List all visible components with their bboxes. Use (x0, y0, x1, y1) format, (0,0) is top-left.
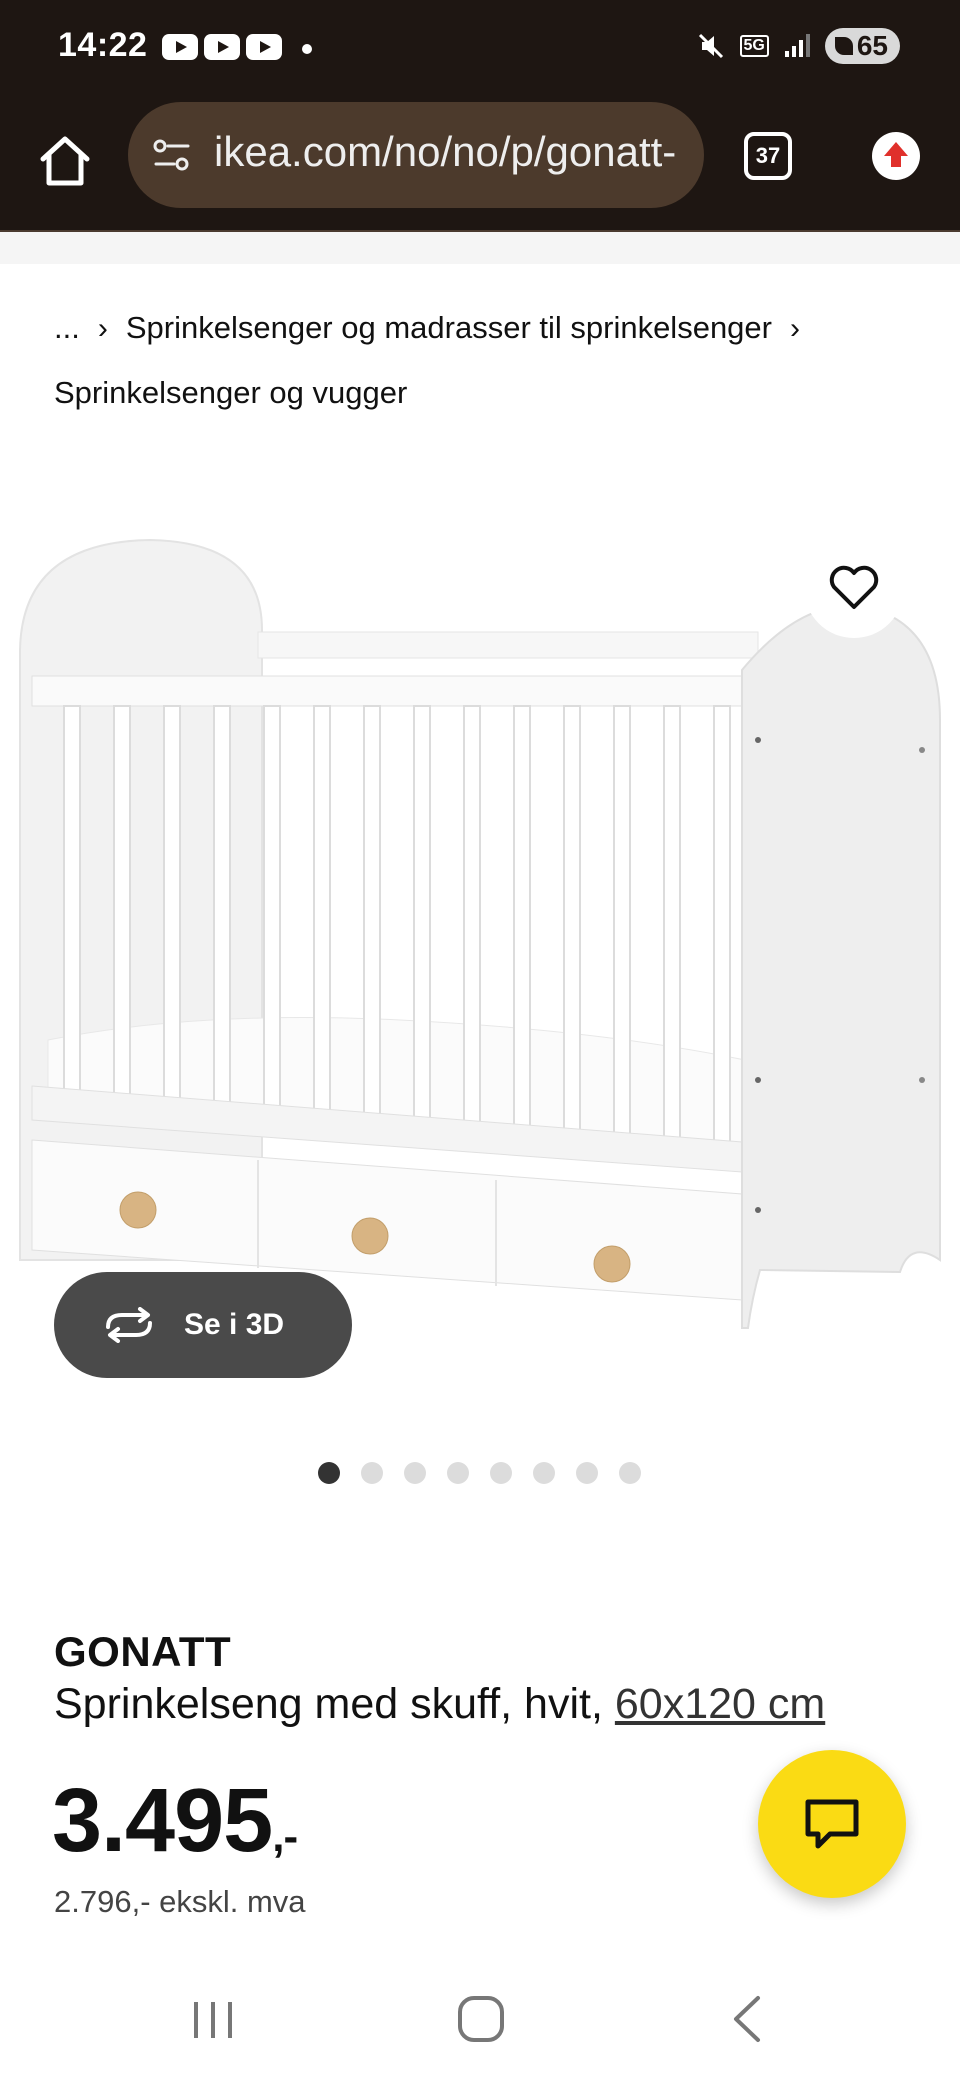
favorite-button[interactable] (804, 538, 904, 638)
chat-button[interactable] (758, 1750, 906, 1898)
drawer-knob (351, 1217, 389, 1255)
breadcrumb-item-cribs-cradles[interactable]: Sprinkelsenger og vugger (54, 375, 407, 410)
carousel-dot[interactable] (404, 1462, 426, 1484)
heart-icon (829, 565, 879, 609)
product-image[interactable] (0, 520, 960, 1380)
carousel-dot[interactable] (361, 1462, 383, 1484)
youtube-icon (162, 34, 198, 60)
status-indicators: 5G 65 (696, 28, 900, 64)
rotate-3d-icon (106, 1307, 152, 1343)
url-text: ikea.com/no/no/p/gonatt- (214, 128, 677, 175)
more-notifications-icon (302, 44, 312, 54)
notification-icons (162, 34, 282, 60)
breadcrumb-ellipsis[interactable]: ... (54, 310, 80, 345)
system-navigation-bar (0, 1950, 960, 2080)
product-name: GONATT (54, 1628, 232, 1675)
chevron-right-icon: › (790, 312, 800, 345)
view-3d-button[interactable]: Se i 3D (54, 1272, 352, 1378)
battery-level: 65 (856, 30, 888, 61)
youtube-icon (204, 34, 240, 60)
site-settings-icon[interactable] (152, 138, 192, 172)
home-nav-icon[interactable] (456, 1994, 506, 2044)
drawer-knob (119, 1191, 157, 1229)
breadcrumb-item-cribs-mattresses[interactable]: Sprinkelsenger og madrasser til sprinkel… (126, 310, 772, 345)
address-bar[interactable]: ikea.com/no/no/p/gonatt- (128, 102, 704, 208)
home-icon[interactable] (34, 130, 96, 192)
update-icon[interactable] (872, 132, 920, 180)
network-5g-icon: 5G (739, 35, 769, 57)
drawer-knob (593, 1245, 631, 1283)
view-3d-label: Se i 3D (184, 1308, 285, 1341)
chat-icon (805, 1799, 859, 1849)
youtube-icon (246, 34, 282, 60)
mute-icon (698, 33, 723, 59)
status-bar: 14:22 5G 65 (0, 0, 960, 100)
image-carousel-dots (318, 1462, 641, 1484)
carousel-dot[interactable] (447, 1462, 469, 1484)
back-icon[interactable] (730, 1994, 764, 2044)
carousel-dot[interactable] (318, 1462, 340, 1484)
recent-apps-icon[interactable] (190, 1998, 236, 2042)
carousel-dot[interactable] (576, 1462, 598, 1484)
carousel-dot[interactable] (490, 1462, 512, 1484)
status-time: 14:22 (58, 26, 148, 64)
carousel-dot[interactable] (533, 1462, 555, 1484)
product-price: 3.495,- (52, 1770, 298, 1873)
battery-indicator: 65 (824, 28, 900, 64)
carousel-dot[interactable] (619, 1462, 641, 1484)
tab-switcher-button[interactable]: 37 (744, 132, 792, 180)
power-saving-icon (834, 37, 853, 55)
chevron-right-icon: › (97, 312, 108, 345)
price-amount: 3.495 (52, 1771, 273, 1871)
price-excluding-vat: 2.796,- ekskl. mva (54, 1884, 306, 1919)
product-description-text: Sprinkelseng med skuff, hvit, (54, 1680, 603, 1728)
signal-icon (784, 34, 810, 57)
browser-toolbar: ikea.com/no/no/p/gonatt- 37 (0, 100, 960, 232)
price-suffix: ,- (272, 1812, 298, 1861)
breadcrumb: ... › Sprinkelsenger og madrasser til spri… (54, 296, 934, 425)
product-description: Sprinkelseng med skuff, hvit, 60x120 cm (54, 1680, 825, 1729)
page-top-strip (0, 232, 960, 264)
product-size-link[interactable]: 60x120 cm (615, 1680, 825, 1728)
